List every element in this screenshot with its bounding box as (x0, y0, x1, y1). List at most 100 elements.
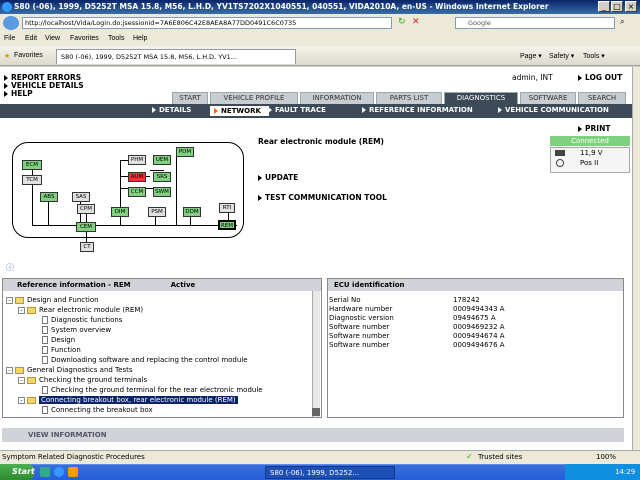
refresh-icon[interactable]: ↻ (398, 17, 406, 27)
close-button[interactable]: × (625, 1, 637, 12)
arrow-icon (362, 107, 366, 113)
subtab-fault-trace[interactable]: FAULT TRACE (268, 106, 326, 114)
arrow-icon (4, 91, 8, 97)
menu-edit[interactable]: Edit (25, 35, 37, 42)
tab-information[interactable]: INFORMATION (300, 92, 374, 104)
node-swm[interactable]: SWM (153, 187, 171, 197)
subtab-details[interactable]: DETAILS (152, 106, 191, 114)
node-sas[interactable]: SAS (72, 192, 90, 202)
help-link[interactable]: HELP (4, 89, 33, 98)
tree-item[interactable]: Diagnostic functions (42, 316, 122, 324)
address-input[interactable]: http://localhost/Vida/Login.do;jsessioni… (22, 17, 392, 29)
browser-tab[interactable]: S80 (-06), 1999, D5252T MSA 15.8, M56, L… (56, 49, 296, 64)
update-button[interactable]: UPDATE (258, 173, 298, 182)
tree-item[interactable]: - Rear electronic module (REM) (18, 306, 143, 314)
tab-vehicle-profile[interactable]: VEHICLE PROFILE (210, 92, 298, 104)
arrow-icon (214, 108, 218, 114)
page-menu[interactable]: Page ▾ (520, 52, 542, 60)
tools-menu[interactable]: Tools ▾ (583, 52, 605, 60)
subtab-reference-information[interactable]: REFERENCE INFORMATION (362, 106, 473, 114)
tree-scrollbar[interactable] (312, 291, 320, 417)
node-aum[interactable]: AUM (128, 172, 146, 182)
tab-diagnostics[interactable]: DIAGNOSTICS (444, 92, 518, 104)
start-button[interactable]: Start (0, 464, 35, 480)
document-icon (42, 316, 48, 324)
document-icon (42, 326, 48, 334)
ecu-label: Software number (329, 341, 390, 349)
node-dim[interactable]: DIM (111, 207, 129, 217)
reference-header: Reference information - REM Active (3, 279, 321, 291)
ecu-value: 0009494676 A (453, 341, 505, 349)
view-information-button[interactable]: VIEW INFORMATION (2, 428, 624, 442)
node-ct[interactable]: CT (80, 242, 94, 252)
maximize-button[interactable]: □ (611, 1, 623, 12)
tree-item[interactable]: Function (42, 346, 81, 354)
stop-icon[interactable]: ✕ (412, 17, 420, 27)
ecu-value: 178242 (453, 296, 480, 304)
arrow-icon (268, 107, 272, 113)
module-title: Rear electronic module (REM) (258, 137, 384, 146)
node-cem[interactable]: CEM (76, 222, 96, 232)
ecu-value: 0009469232 A (453, 323, 505, 331)
menu-view[interactable]: View (45, 35, 60, 42)
tree-item[interactable]: System overview (42, 326, 111, 334)
tree-item[interactable]: Checking the ground terminal for the rea… (42, 386, 263, 394)
tree-item[interactable]: - Checking the ground terminals (18, 376, 147, 384)
zoom-level[interactable]: 100% (596, 453, 616, 461)
node-uem[interactable]: UEM (153, 155, 171, 165)
tree-item[interactable]: - Design and Function (6, 296, 99, 304)
taskbar-item-ie[interactable]: S80 (-06), 1999, D5252... (265, 466, 395, 479)
tab-start[interactable]: START (172, 92, 208, 104)
node-ecm[interactable]: ECM (22, 160, 42, 170)
tree-item[interactable]: Downloading software and replacing the c… (42, 356, 248, 364)
document-icon (42, 406, 48, 414)
page-scrollbar[interactable] (632, 67, 640, 450)
print-button[interactable]: PRINT (578, 124, 610, 133)
tab-search[interactable]: SEARCH (578, 92, 626, 104)
tree-item[interactable]: - General Diagnostics and Tests (6, 366, 132, 374)
folder-icon (27, 376, 36, 384)
menu-file[interactable]: File (4, 35, 15, 42)
node-srs[interactable]: SRS (153, 172, 171, 182)
node-rem[interactable]: REM (218, 220, 236, 230)
safety-menu[interactable]: Safety ▾ (549, 52, 574, 60)
search-icon[interactable]: ⌕ (620, 17, 624, 27)
logout-link[interactable]: LOG OUT (578, 73, 622, 82)
subtab-network[interactable]: NETWORK (210, 106, 269, 116)
ecu-label: Software number (329, 323, 390, 331)
node-phm[interactable]: PHM (128, 155, 146, 165)
node-ddm[interactable]: DDM (183, 207, 201, 217)
folder-quicklaunch-icon[interactable] (68, 467, 78, 477)
clock: 14:29 (615, 468, 636, 476)
ignition-icon (556, 159, 564, 167)
scroll-down-icon[interactable] (312, 408, 320, 416)
back-icon[interactable] (3, 16, 19, 30)
node-pdm[interactable]: PDM (176, 147, 194, 157)
node-tcm[interactable]: TCM (22, 175, 42, 185)
tree-item-selected[interactable]: - Connecting breakout box, rear electroni… (18, 396, 238, 404)
ie-quicklaunch-icon[interactable] (54, 467, 64, 477)
tree-item[interactable]: Connecting the breakout box (42, 406, 153, 414)
menu-tools[interactable]: Tools (108, 35, 124, 42)
favorites-button[interactable]: Favorites (14, 52, 43, 59)
tab-parts-list[interactable]: PARTS LIST (376, 92, 442, 104)
node-rti[interactable]: RTI (219, 203, 235, 213)
node-ccm[interactable]: CCM (128, 187, 146, 197)
ignition-position: Pos II (580, 159, 599, 167)
node-cpm[interactable]: CPM (77, 204, 95, 214)
tree-item[interactable]: Design (42, 336, 75, 344)
node-abs[interactable]: ABS (40, 192, 58, 202)
favorites-star-icon[interactable]: ★ (4, 52, 10, 60)
menu-help[interactable]: Help (133, 35, 147, 42)
info-icon[interactable]: ⓘ (6, 262, 14, 273)
subtab-vehicle-communication[interactable]: VEHICLE COMMUNICATION (498, 106, 609, 114)
battery-icon (555, 150, 565, 156)
minimize-button[interactable]: _ (598, 1, 610, 12)
tab-software[interactable]: SOFTWARE (520, 92, 576, 104)
node-psm[interactable]: PSM (148, 207, 166, 217)
folder-icon (15, 366, 24, 374)
quicklaunch-icon[interactable] (40, 467, 50, 477)
search-input[interactable]: Google (455, 17, 615, 29)
test-communication-tool-button[interactable]: TEST COMMUNICATION TOOL (258, 193, 387, 202)
menu-favorites[interactable]: Favorites (70, 35, 99, 42)
